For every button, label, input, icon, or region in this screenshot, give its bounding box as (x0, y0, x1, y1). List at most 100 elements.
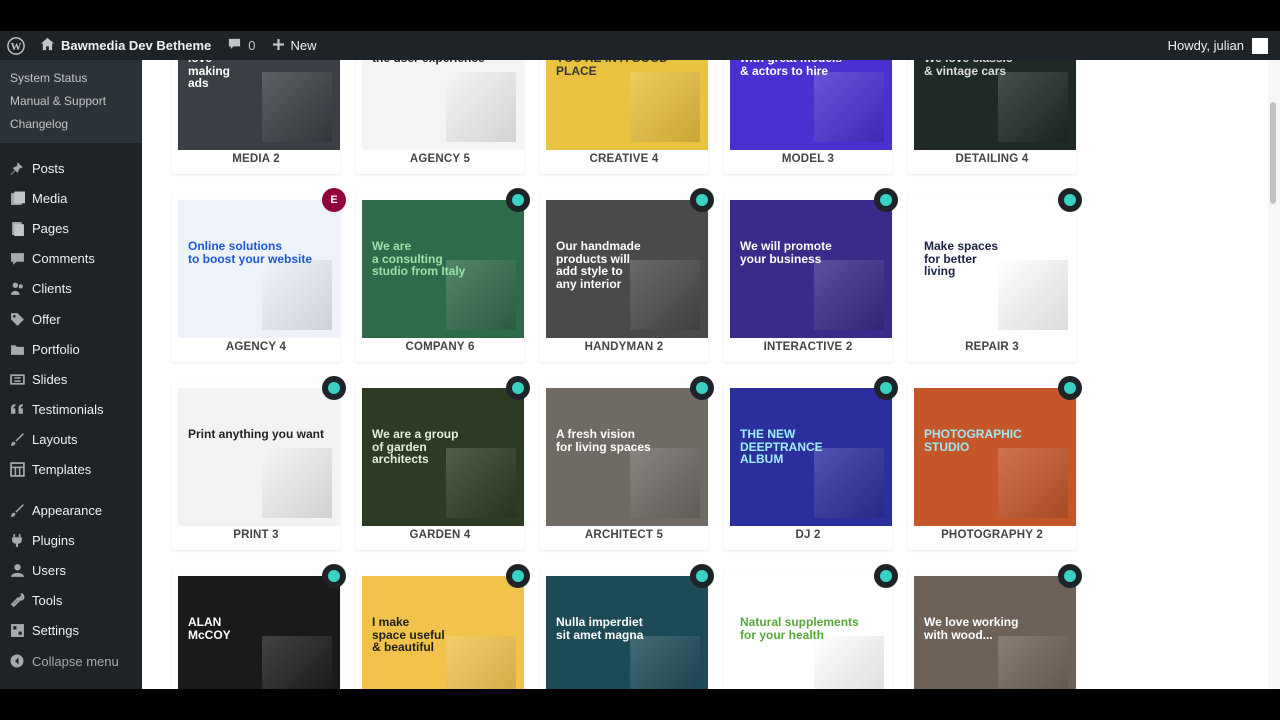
template-card[interactable]: Our handmade products will add style to … (540, 188, 714, 362)
sidebar-item-media[interactable]: Media (0, 183, 142, 213)
sidebar-item-pages[interactable]: Pages (0, 213, 142, 243)
template-thumbnail[interactable]: A fresh vision for living spaces (546, 388, 708, 526)
template-name: GARDEN 4 (409, 529, 471, 541)
collapse-label: Collapse menu (32, 653, 119, 669)
template-name: PRINT 3 (233, 529, 279, 541)
template-card[interactable]: Nulla imperdiet sit amet magna (540, 564, 714, 689)
thumbnail-image (630, 448, 700, 518)
thumbnail-headline: Our handmade products will add style to … (556, 239, 641, 291)
template-thumbnail[interactable]: with great models & actors to hire (730, 60, 892, 150)
template-thumbnail[interactable]: Nulla imperdiet sit amet magna (546, 576, 708, 689)
template-card[interactable]: PHOTOGRAPHIC STUDIO PHOTOGRAPHY 2 (908, 376, 1082, 550)
site-name: Bawmedia Dev Betheme (61, 38, 212, 53)
brush-icon (8, 501, 26, 519)
submenu-item-changelog[interactable]: Changelog (0, 112, 142, 135)
template-thumbnail[interactable]: Print anything you want (178, 388, 340, 526)
thumbnail-headline: We love working with wood... (924, 615, 1019, 642)
template-card[interactable]: YOU'RE IN A GOOD PLACE CREATIVE 4 (540, 60, 708, 174)
new-content-link[interactable]: New (264, 31, 325, 60)
template-thumbnail[interactable]: We are a group of garden architects (362, 388, 524, 526)
site-home-link[interactable]: Bawmedia Dev Betheme (32, 31, 219, 60)
thumbnail-image (814, 260, 884, 330)
template-card[interactable]: We are a consulting studio from Italy COM… (356, 188, 530, 362)
template-thumbnail[interactable]: Our handmade products will add style to … (546, 200, 708, 338)
sidebar-item-posts[interactable]: Posts (0, 153, 142, 183)
template-thumbnail[interactable]: PHOTOGRAPHIC STUDIO (914, 388, 1076, 526)
users-icon (8, 280, 26, 298)
template-name: DETAILING 4 (955, 153, 1029, 165)
template-card[interactable]: We are a group of garden architects GARDE… (356, 376, 530, 550)
template-card[interactable]: I make space useful & beautiful (356, 564, 530, 689)
template-thumbnail[interactable]: THE NEW DEEPTRANCE ALBUM (730, 388, 892, 526)
template-thumbnail[interactable]: Make spaces for better living (914, 200, 1076, 338)
submenu-item-system-status[interactable]: System Status (0, 66, 142, 89)
sidebar-item-label: Users (32, 563, 66, 579)
wrench-icon (8, 592, 26, 610)
betheme-badge-icon (690, 188, 714, 212)
thumbnail-headline: PHOTOGRAPHIC STUDIO (924, 427, 1022, 454)
sidebar-item-label: Templates (32, 462, 92, 478)
sidebar-item-offer[interactable]: Offer (0, 304, 142, 334)
sidebar-item-clients[interactable]: Clients (0, 274, 142, 304)
template-name: CREATIVE 4 (589, 153, 659, 165)
thumbnail-image (998, 636, 1068, 689)
template-card[interactable]: Print anything you want PRINT 3 (172, 376, 346, 550)
thumbnail-headline: the user experience (372, 60, 485, 65)
sidebar-item-tools[interactable]: Tools (0, 586, 142, 616)
sidebar-item-layouts[interactable]: Layouts (0, 425, 142, 455)
template-name: DJ 2 (795, 529, 821, 541)
account-menu[interactable]: Howdy, julian (1168, 37, 1280, 54)
template-card[interactable]: We love classic & vintage cars DETAILING … (908, 60, 1076, 174)
template-card[interactable]: love making ads MEDIA 2 (172, 60, 340, 174)
template-card[interactable]: We will promote your business INTERACTIVE… (724, 188, 898, 362)
thumbnail-headline: Make spaces for better living (924, 239, 999, 279)
template-thumbnail[interactable]: Online solutions to boost your website (178, 200, 340, 338)
sidebar-item-settings[interactable]: Settings (0, 616, 142, 646)
submenu-item-manual-support[interactable]: Manual & Support (0, 89, 142, 112)
thumbnail-image (630, 636, 700, 689)
secondary-menu: Appearance Plugins Users Tools Settings (0, 495, 142, 646)
thumbnail-image (814, 72, 884, 142)
sidebar-item-testimonials[interactable]: Testimonials (0, 395, 142, 425)
sidebar-item-appearance[interactable]: Appearance (0, 495, 142, 525)
template-thumbnail[interactable]: I make space useful & beautiful (362, 576, 524, 689)
sidebar-item-slides[interactable]: Slides (0, 364, 142, 394)
template-card[interactable]: We love working with wood... (908, 564, 1082, 689)
sidebar-item-users[interactable]: Users (0, 555, 142, 585)
template-thumbnail[interactable]: We will promote your business (730, 200, 892, 338)
template-card[interactable]: A fresh vision for living spaces ARCHITEC… (540, 376, 714, 550)
sidebar-item-label: Settings (32, 623, 79, 639)
sidebar-item-label: Offer (32, 311, 61, 327)
template-thumbnail[interactable]: YOU'RE IN A GOOD PLACE (546, 60, 708, 150)
template-thumbnail[interactable]: ALAN McCOY (178, 576, 340, 689)
scrollbar-thumb[interactable] (1270, 102, 1276, 204)
template-thumbnail[interactable]: We love classic & vintage cars (914, 60, 1076, 150)
thumbnail-headline: We are a consulting studio from Italy (372, 239, 466, 279)
template-card[interactable]: Online solutions to boost your website E A… (172, 188, 346, 362)
collapse-menu-button[interactable]: Collapse menu (0, 646, 142, 676)
template-thumbnail[interactable]: Natural supplements for your health (730, 576, 892, 689)
template-card[interactable]: THE NEW DEEPTRANCE ALBUM DJ 2 (724, 376, 898, 550)
sidebar-item-plugins[interactable]: Plugins (0, 525, 142, 555)
template-card[interactable]: ALAN McCOY (172, 564, 346, 689)
template-card[interactable]: the user experience AGENCY 5 (356, 60, 524, 174)
template-thumbnail[interactable]: love making ads (178, 60, 340, 150)
template-thumbnail[interactable]: We are a consulting studio from Italy (362, 200, 524, 338)
betheme-badge-icon (874, 564, 898, 588)
betheme-badge-icon (690, 564, 714, 588)
wordpress-logo-icon[interactable]: W (0, 31, 32, 60)
comments-link[interactable]: 0 (219, 31, 263, 60)
template-thumbnail[interactable]: We love working with wood... (914, 576, 1076, 689)
template-thumbnail[interactable]: the user experience (362, 60, 524, 150)
thumbnail-headline: love making ads (188, 60, 231, 91)
pages-icon (8, 219, 26, 237)
page-scrollbar[interactable] (1268, 60, 1280, 689)
brush-icon (8, 431, 26, 449)
template-card[interactable]: Natural supplements for your health (724, 564, 898, 689)
template-card[interactable]: with great models & actors to hire MODEL … (724, 60, 892, 174)
main-menu: Posts Media Pages Comments Clients Offer Portf… (0, 143, 142, 485)
sidebar-item-templates[interactable]: Templates (0, 455, 142, 485)
sidebar-item-portfolio[interactable]: Portfolio (0, 334, 142, 364)
sidebar-item-comments[interactable]: Comments (0, 244, 142, 274)
template-card[interactable]: Make spaces for better living REPAIR 3 (908, 188, 1082, 362)
